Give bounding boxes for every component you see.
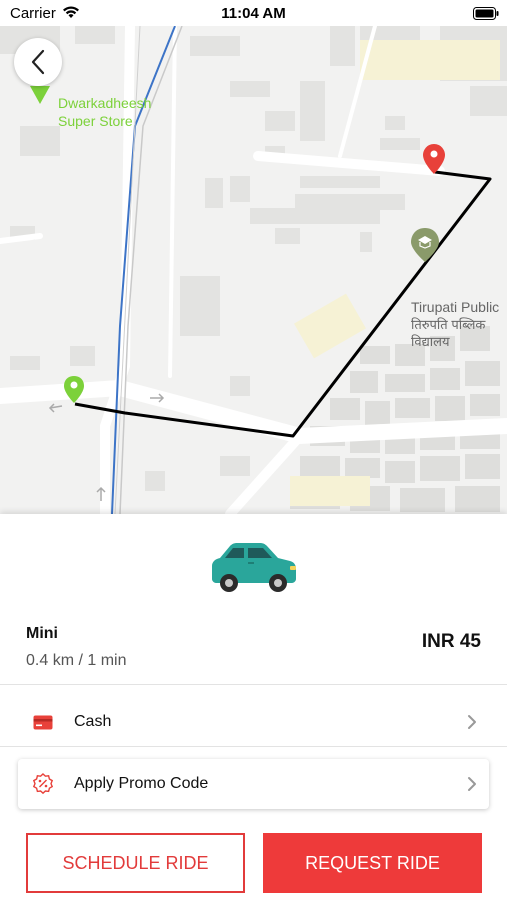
school-label-line: विद्यालय (411, 334, 450, 349)
divider (0, 746, 507, 747)
car-icon (212, 543, 296, 592)
payment-method-label: Cash (74, 713, 112, 730)
divider (0, 684, 507, 685)
chevron-left-icon (31, 49, 45, 75)
ride-distance-time: 0.4 km / 1 min (26, 652, 127, 669)
school-label: Tirupati Public तिरुपति पब्लिक विद्यालय (411, 299, 499, 350)
store-label: Dwarkadheesh Super Store (58, 94, 151, 130)
chevron-right-icon (468, 777, 476, 791)
battery-icon (473, 7, 499, 20)
school-label-line: Tirupati Public (411, 299, 500, 315)
apply-promo-label: Apply Promo Code (74, 775, 209, 792)
chevron-right-icon (468, 715, 476, 729)
apply-promo-row[interactable]: Apply Promo Code (18, 759, 489, 809)
route-map[interactable]: Dwarkadheesh Super Store Tirupati Public… (0, 26, 507, 514)
discount-badge-icon (26, 767, 60, 801)
school-label-line: तिरुपति पब्लिक (411, 317, 486, 332)
clock: 11:04 AM (221, 5, 286, 22)
store-label-line: Dwarkadheesh (58, 95, 152, 111)
ride-type-name: Mini (26, 625, 58, 642)
status-bar: Carrier 11:04 AM (0, 0, 507, 26)
card-icon (26, 705, 60, 739)
payment-method-row[interactable]: Cash (18, 697, 489, 747)
schedule-ride-button[interactable]: SCHEDULE RIDE (26, 833, 245, 893)
back-button[interactable] (14, 38, 62, 86)
ride-price: INR 45 (421, 631, 481, 652)
request-ride-button[interactable]: REQUEST RIDE (263, 833, 482, 893)
store-label-line: Super Store (58, 113, 133, 129)
ride-bottom-sheet: Mini 0.4 km / 1 min INR 45 Cash Apply Pr… (0, 514, 507, 900)
